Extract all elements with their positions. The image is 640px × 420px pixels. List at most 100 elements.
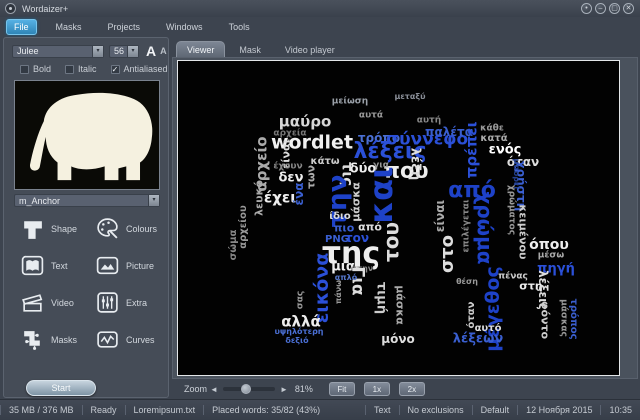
checkbox-box-icon: ✓ — [111, 65, 120, 74]
cloud-word: χρώματος — [507, 185, 516, 235]
status-item: Default — [472, 405, 518, 415]
checkbox-antialiased[interactable]: ✓Antialiased — [111, 64, 168, 74]
checkbox-label: Bold — [33, 64, 51, 74]
cloud-word: λευκό — [254, 180, 265, 216]
zoom-button-fit[interactable]: Fit — [329, 382, 355, 396]
zoom-slider[interactable] — [223, 387, 275, 391]
tab-viewer[interactable]: Viewer — [176, 41, 225, 57]
start-button[interactable]: Start — [26, 380, 96, 396]
close-button[interactable]: ✕ — [623, 3, 634, 14]
cloud-word: του — [381, 222, 401, 262]
cloud-word: μάσκα — [395, 285, 406, 325]
font-size-value: 56 — [114, 46, 124, 56]
font-family-select[interactable]: Julee ▾ — [12, 45, 104, 58]
font-style-checkboxes: Bold Italic ✓Antialiased — [20, 64, 168, 74]
tool-label: Text — [51, 261, 68, 271]
cloud-word: τιμή — [375, 282, 388, 314]
checkbox-label: Italic — [78, 64, 97, 74]
checkbox-italic[interactable]: Italic — [65, 64, 97, 74]
cloud-word: μάσκας — [559, 299, 568, 337]
checkbox-bold[interactable]: Bold — [20, 64, 51, 74]
tab-mask[interactable]: Mask — [229, 42, 271, 57]
font-size-dropdown-icon[interactable]: ▾ — [127, 46, 138, 57]
shape-icon — [20, 216, 45, 241]
zoom-in-arrow-icon[interactable]: ► — [280, 385, 288, 394]
viewer-tabs: Viewer Mask Video player — [176, 41, 345, 57]
cloud-word: μόνο — [381, 333, 415, 345]
wordaizer-window: Wordaizer+ •–▢✕ File Masks Projects Windows… — [0, 0, 640, 420]
menu-bar: File Masks Projects Windows Tools — [0, 17, 640, 36]
window-title: Wordaizer+ — [22, 4, 68, 14]
tool-label: Masks — [51, 335, 77, 345]
decrease-font-button[interactable]: A — [160, 46, 167, 56]
tool-button-curves[interactable]: Curves — [87, 325, 162, 354]
book-icon — [20, 253, 45, 278]
tool-button-video[interactable]: Video — [12, 288, 87, 317]
zoom-out-arrow-icon[interactable]: ◄ — [210, 385, 218, 394]
sliders-icon — [95, 290, 120, 315]
font-row: Julee ▾ 56 ▾ A A — [12, 43, 167, 59]
zoom-preset-buttons: Fit 1x 2x — [329, 382, 425, 396]
mask-dropdown-icon[interactable]: ▾ — [148, 195, 159, 206]
title-bar: Wordaizer+ •–▢✕ — [0, 0, 640, 17]
zoom-slider-thumb[interactable] — [241, 384, 251, 394]
curves-icon — [95, 327, 120, 352]
cloud-word: επιλέγεται — [463, 200, 472, 253]
cloud-word: μαύρο — [279, 115, 332, 130]
palette-icon — [95, 216, 120, 241]
menu-item-projects[interactable]: Projects — [101, 20, 148, 34]
cloud-word: τρόπος — [568, 298, 578, 339]
cloud-word: μέσω — [538, 252, 564, 261]
cloud-word: στο — [439, 235, 457, 273]
cloud-word: πάνω — [335, 280, 343, 304]
font-family-dropdown-icon[interactable]: ▾ — [92, 46, 103, 57]
increase-font-button[interactable]: A — [146, 43, 156, 59]
mask-preview[interactable] — [14, 80, 160, 190]
tool-button-colours[interactable]: Colours — [87, 214, 162, 243]
zoom-button-2x[interactable]: 2x — [399, 382, 425, 396]
tool-button-picture[interactable]: Picture — [87, 251, 162, 280]
status-item: Placed words: 35/82 (43%) — [203, 405, 328, 415]
menu-item-masks[interactable]: Masks — [49, 20, 89, 34]
font-family-value: Julee — [17, 46, 39, 56]
tool-button-extra[interactable]: Extra — [87, 288, 162, 317]
tool-label: Video — [51, 298, 74, 308]
cloud-word: απλό — [335, 274, 357, 282]
tool-button-text[interactable]: Text — [12, 251, 87, 280]
cloud-word: κειμένου — [518, 205, 529, 260]
status-item: Ready — [82, 405, 125, 415]
cloud-word: μείωση — [332, 98, 368, 107]
checkbox-box-icon — [20, 65, 29, 74]
picture-icon — [95, 253, 120, 278]
cloud-word: σώμα — [229, 230, 239, 261]
tool-button-shape[interactable]: Shape — [12, 214, 87, 243]
zoom-button-1x[interactable]: 1x — [364, 382, 390, 396]
cloud-word: των — [306, 165, 317, 189]
status-item: 10:35 — [600, 405, 640, 415]
cloud-word: μεταξύ — [394, 93, 425, 101]
tool-label: Curves — [126, 335, 155, 345]
cloud-word: δεξιό — [285, 337, 308, 345]
cloud-word: χρώμα — [475, 191, 495, 264]
font-size-select[interactable]: 56 ▾ — [109, 45, 139, 58]
wordcloud-canvas[interactable]: μεταξύμείωσημαύροwordletαυτάαυτήτρόποσύν… — [177, 60, 620, 376]
menu-item-windows[interactable]: Windows — [159, 20, 210, 34]
tool-button-masks[interactable]: Masks — [12, 325, 87, 354]
cloud-word: φόντο — [540, 301, 551, 339]
checkbox-box-icon — [65, 65, 74, 74]
cloud-word: και — [365, 166, 397, 223]
zoom-percentage: 81% — [295, 384, 313, 394]
elephant-silhouette — [15, 81, 159, 189]
tool-buttons: ShapeColours Text Picture Video Extra Masks Cu… — [12, 214, 162, 354]
status-item: 12 Ноября 2015 — [517, 405, 600, 415]
shade-button[interactable]: • — [581, 3, 592, 14]
maximize-button[interactable]: ▢ — [609, 3, 620, 14]
mask-select[interactable]: m_Anchor ▾ — [14, 194, 160, 207]
minimize-button[interactable]: – — [595, 3, 606, 14]
menu-item-tools[interactable]: Tools — [222, 20, 257, 34]
app-icon[interactable] — [5, 3, 16, 14]
tab-video-player[interactable]: Video player — [275, 42, 345, 57]
cloud-word: θέση — [456, 278, 478, 286]
cloud-word: αρχεία — [273, 130, 306, 139]
menu-item-file[interactable]: File — [6, 19, 37, 35]
